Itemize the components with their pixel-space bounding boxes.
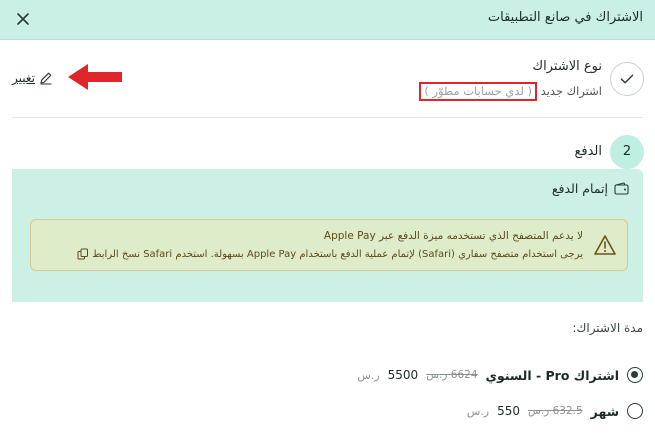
wallet-icon [614, 182, 629, 195]
subscription-duration-label: مدة الاشتراك: [572, 321, 643, 335]
subscription-type-value: اشتراك جديد ( لدي حسابات مطوّر ) [416, 82, 602, 101]
plan-name: شهر [590, 403, 619, 419]
complete-payment-label: إتمام الدفع [551, 181, 608, 196]
radio-unselected[interactable] [627, 403, 643, 419]
complete-payment-title: إتمام الدفع [552, 181, 629, 196]
copy-link-icon[interactable] [77, 248, 89, 260]
payment-panel: إتمام الدفع لا يدعم المتصفح الذي تستخدمه… [12, 169, 643, 302]
plan-option-annual[interactable]: اشتراك Pro - السنوي 6624 ر.س 5500 ر.س [357, 366, 643, 384]
radio-selected[interactable] [627, 367, 643, 383]
plan-price: 5500 [387, 368, 419, 382]
plan-old-price: 632.5 ر.س [528, 405, 583, 417]
payment-step-title: الدفع [574, 144, 602, 159]
step-number-badge: 2 [610, 135, 644, 169]
plan-option-monthly[interactable]: شهر 632.5 ر.س 550 ر.س [467, 402, 643, 420]
subscription-note-highlight: ( لدي حسابات مطوّر ) [419, 82, 537, 101]
subscription-name: اشتراك جديد [540, 84, 602, 98]
check-icon [610, 62, 644, 96]
subscription-type-title: نوع الاشتراك [532, 59, 602, 74]
close-icon[interactable] [14, 10, 32, 28]
plan-currency: ر.س [466, 404, 490, 418]
warning-icon [594, 235, 616, 255]
warning-instructions: يرجى استخدام متصفح سفاري (Safari) لإتمام… [77, 248, 583, 260]
plan-old-price: 6624 ر.س [426, 369, 478, 381]
dialog-header: الاشتراك في صانع التطبيقات [0, 0, 655, 40]
plan-name: اشتراك Pro - السنوي [485, 367, 619, 383]
pencil-icon[interactable] [39, 71, 53, 85]
change-subscription-link[interactable]: تغيير [12, 69, 53, 87]
section-divider [12, 117, 643, 118]
apple-pay-warning: لا يدعم المتصفح الذي تستخدمه ميزة الدفع … [30, 219, 628, 271]
plan-price: 550 [497, 404, 521, 418]
warning-instructions-text: يرجى استخدام متصفح سفاري (Safari) لإتمام… [92, 248, 583, 260]
plan-currency: ر.س [357, 368, 380, 382]
dialog-title: الاشتراك في صانع التطبيقات [487, 10, 643, 25]
change-label[interactable]: تغيير [12, 71, 35, 85]
red-arrow-annotation [68, 64, 122, 90]
warning-message: لا يدعم المتصفح الذي تستخدمه ميزة الدفع … [323, 230, 583, 242]
